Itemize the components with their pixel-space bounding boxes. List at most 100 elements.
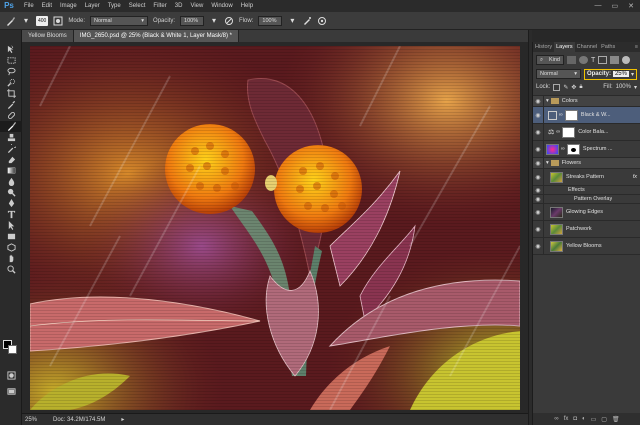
layer-thumbnail[interactable] xyxy=(550,171,563,183)
new-layer-icon[interactable]: ▢ xyxy=(601,416,607,423)
layer-patchwork[interactable]: ◉ Patchwork xyxy=(533,221,640,238)
healing-brush-tool-icon[interactable] xyxy=(0,110,22,121)
chevron-down-icon[interactable]: ▾ xyxy=(631,71,634,78)
blend-mode-dropdown[interactable]: Normal ▾ xyxy=(536,69,581,79)
layer-black-white[interactable]: ◉ ∞ Black & W... xyxy=(533,107,640,124)
dodge-tool-icon[interactable] xyxy=(0,187,22,198)
chevron-down-icon[interactable]: ▾ xyxy=(209,16,219,26)
menu-3d[interactable]: 3D xyxy=(175,3,183,9)
opacity-field[interactable]: 100% xyxy=(180,15,205,26)
layer-group-flowers[interactable]: ◉ ▾ Flowers xyxy=(533,158,640,169)
shape-tool-icon[interactable] xyxy=(0,231,22,242)
pressure-size-icon[interactable] xyxy=(317,16,327,26)
minimize-button[interactable]: — xyxy=(595,2,602,10)
add-mask-icon[interactable]: ◘ xyxy=(573,416,577,422)
menu-edit[interactable]: Edit xyxy=(42,3,52,9)
eye-icon[interactable]: ◉ xyxy=(533,186,544,194)
eye-icon[interactable]: ◉ xyxy=(533,124,544,140)
fx-icon[interactable]: fx xyxy=(564,416,569,422)
document-canvas[interactable] xyxy=(30,46,520,410)
maximize-button[interactable]: ▭ xyxy=(612,2,619,10)
tab-paths[interactable]: Paths xyxy=(599,42,617,52)
menu-layer[interactable]: Layer xyxy=(85,3,100,9)
menu-image[interactable]: Image xyxy=(60,3,77,9)
lasso-tool-icon[interactable] xyxy=(0,66,22,77)
tab-channels[interactable]: Channel xyxy=(575,42,600,52)
quick-select-tool-icon[interactable] xyxy=(0,77,22,88)
type-tool-icon[interactable] xyxy=(0,209,22,220)
dropdown-arrow-icon[interactable]: ▾ xyxy=(21,16,31,26)
menu-select[interactable]: Select xyxy=(129,3,146,9)
gradient-thumbnail[interactable] xyxy=(546,143,559,155)
brush-tool-preset-icon[interactable] xyxy=(6,16,16,26)
menu-type[interactable]: Type xyxy=(108,3,121,9)
menu-view[interactable]: View xyxy=(190,3,203,9)
airbrush-icon[interactable] xyxy=(302,16,312,26)
pressure-opacity-icon[interactable] xyxy=(224,16,234,26)
chevron-down-icon[interactable]: ▾ xyxy=(634,84,637,91)
screen-mode-icon[interactable] xyxy=(0,386,22,397)
menu-window[interactable]: Window xyxy=(211,3,232,9)
filter-shape-icon[interactable] xyxy=(598,56,608,64)
brush-panel-icon[interactable] xyxy=(53,16,63,26)
layer-group-colors[interactable]: ◉ ▾ Colors xyxy=(533,96,640,107)
layer-thumbnail[interactable] xyxy=(550,240,563,252)
pen-tool-icon[interactable] xyxy=(0,198,22,209)
close-button[interactable]: ✕ xyxy=(628,2,634,10)
mode-dropdown[interactable]: Normal ▾ xyxy=(90,15,149,26)
hand-tool-icon[interactable] xyxy=(0,253,22,264)
zoom-level[interactable]: 25% xyxy=(25,417,37,423)
eye-icon[interactable]: ◉ xyxy=(533,221,544,237)
layer-spectrum[interactable]: ◉ ∞ Spectrum ... xyxy=(533,141,640,158)
flow-field[interactable]: 100% xyxy=(258,15,283,26)
brush-size-box[interactable]: 400 xyxy=(36,15,49,26)
eraser-tool-icon[interactable] xyxy=(0,154,22,165)
new-group-icon[interactable]: ▭ xyxy=(591,416,597,423)
background-color-swatch[interactable] xyxy=(8,345,17,354)
adjustment-layer-icon[interactable]: ◐ xyxy=(582,416,586,422)
filter-toggle-icon[interactable] xyxy=(622,56,631,64)
layer-opacity-value[interactable]: 25% xyxy=(612,71,629,77)
lock-position-icon[interactable]: ✥ xyxy=(571,84,576,91)
layer-mask-thumbnail[interactable] xyxy=(562,126,576,138)
tab-layers[interactable]: Layers xyxy=(554,42,575,52)
layer-mask-thumbnail[interactable] xyxy=(566,143,580,155)
marquee-tool-icon[interactable] xyxy=(0,55,22,66)
lock-all-icon[interactable]: 🔒︎ xyxy=(579,84,582,91)
filter-smart-icon[interactable] xyxy=(610,56,620,64)
layer-glowing-edges[interactable]: ◉ Glowing Edges xyxy=(533,204,640,221)
menu-filter[interactable]: Filter xyxy=(153,3,166,9)
layer-yellow-blooms[interactable]: ◉ Yellow Blooms xyxy=(533,238,640,255)
tab-yellow-blooms[interactable]: Yellow Blooms xyxy=(22,30,74,42)
expand-icon[interactable]: ▾ xyxy=(546,98,549,104)
eyedropper-tool-icon[interactable] xyxy=(0,99,22,110)
zoom-tool-icon[interactable] xyxy=(0,264,22,275)
filter-adjust-icon[interactable] xyxy=(579,56,588,64)
link-layers-icon[interactable]: ∞ xyxy=(554,416,558,422)
3d-tool-icon[interactable] xyxy=(0,242,22,253)
eye-icon[interactable]: ◉ xyxy=(533,96,544,106)
layer-thumbnail[interactable] xyxy=(550,206,563,218)
crop-tool-icon[interactable] xyxy=(0,88,22,99)
fx-icon[interactable]: fx xyxy=(633,174,637,180)
lock-pixels-icon[interactable]: ✎ xyxy=(563,84,568,91)
panel-menu-icon[interactable]: ≡ xyxy=(633,42,640,52)
clone-stamp-tool-icon[interactable] xyxy=(0,132,22,143)
quick-mask-icon[interactable] xyxy=(0,370,22,381)
layer-streaks-pattern[interactable]: ◉ Streaks Pattern fx xyxy=(533,169,640,186)
filter-pixel-icon[interactable] xyxy=(567,56,576,64)
eye-icon[interactable]: ◉ xyxy=(533,195,544,203)
tab-img-2650[interactable]: IMG_2650.psd @ 25% (Black & White 1, Lay… xyxy=(73,30,239,42)
history-brush-tool-icon[interactable] xyxy=(0,143,22,154)
gradient-tool-icon[interactable] xyxy=(0,165,22,176)
eye-icon[interactable]: ◉ xyxy=(533,204,544,220)
menu-file[interactable]: File xyxy=(24,3,34,9)
brush-tool-icon[interactable] xyxy=(0,121,22,132)
move-tool-icon[interactable] xyxy=(0,44,22,55)
chevron-right-icon[interactable]: ▸ xyxy=(121,416,124,423)
layer-color-balance[interactable]: ◉ ⚖ ∞ Color Bala... xyxy=(533,124,640,141)
eye-icon[interactable]: ◉ xyxy=(533,169,544,185)
lock-transparent-icon[interactable] xyxy=(553,83,561,91)
filter-type-icon[interactable]: T xyxy=(591,57,595,64)
menu-help[interactable]: Help xyxy=(241,3,253,9)
